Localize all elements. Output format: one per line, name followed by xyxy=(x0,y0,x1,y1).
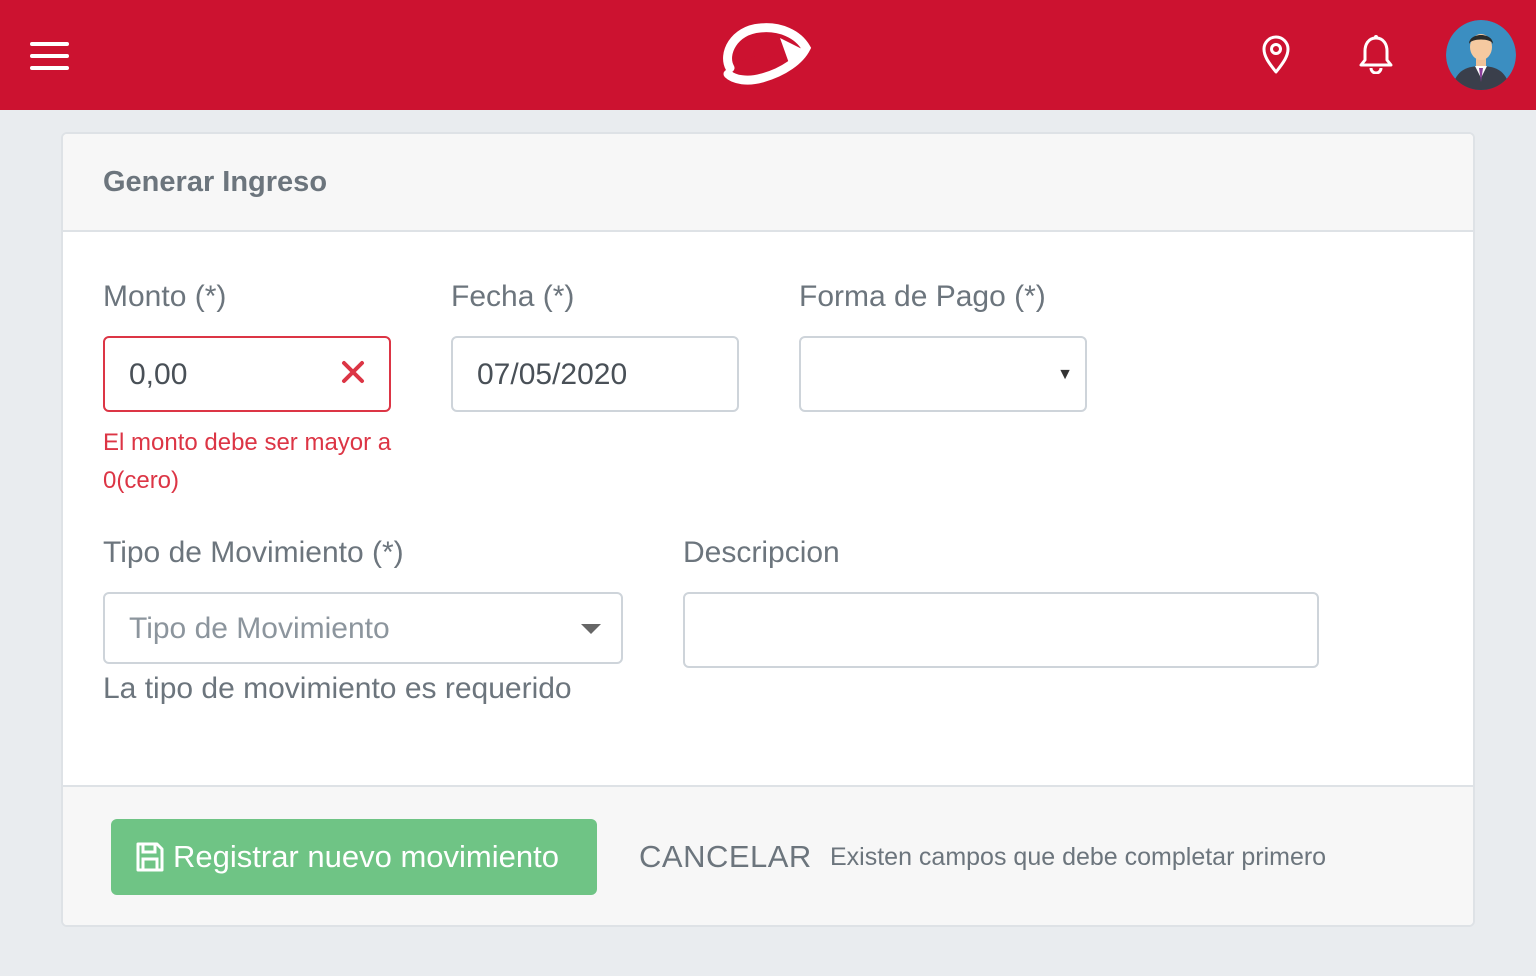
card-footer: Registrar nuevo movimiento CANCELAR Exis… xyxy=(63,785,1473,925)
forma-pago-select[interactable]: ▼ xyxy=(799,336,1087,412)
close-x-icon xyxy=(342,361,364,383)
footer-note: Existen campos que debe completar primer… xyxy=(830,843,1327,871)
monto-input[interactable]: 0,00 xyxy=(103,336,391,412)
descripcion-input[interactable] xyxy=(683,592,1319,668)
brand-logo[interactable] xyxy=(720,20,812,86)
save-button-label: Registrar nuevo movimiento xyxy=(173,839,559,874)
descripcion-label: Descripcion xyxy=(683,536,840,569)
save-button[interactable]: Registrar nuevo movimiento xyxy=(111,819,597,895)
fecha-input[interactable]: 07/05/2020 xyxy=(451,336,739,412)
page-title: Generar Ingreso xyxy=(103,166,328,198)
tipo-movimiento-help: La tipo de movimiento es requerido xyxy=(103,672,572,705)
forma-pago-label: Forma de Pago (*) xyxy=(799,280,1046,313)
bell-icon[interactable] xyxy=(1356,34,1396,74)
fecha-value: 07/05/2020 xyxy=(477,358,628,391)
tipo-movimiento-select[interactable]: Tipo de Movimiento xyxy=(103,592,623,664)
monto-value: 0,00 xyxy=(129,358,188,391)
card-header: Generar Ingreso xyxy=(63,134,1473,232)
fecha-label: Fecha (*) xyxy=(451,280,575,313)
user-avatar[interactable] xyxy=(1446,20,1516,90)
cancel-button[interactable]: CANCELAR xyxy=(639,839,812,875)
generar-ingreso-card: Generar Ingreso Monto (*) 0,00 El monto … xyxy=(61,132,1475,927)
monto-label: Monto (*) xyxy=(103,280,227,313)
tipo-movimiento-label: Tipo de Movimiento (*) xyxy=(103,536,404,569)
top-navbar xyxy=(0,0,1536,110)
floppy-disk-icon xyxy=(136,842,164,872)
monto-error: El monto debe ser mayor a 0(cero) xyxy=(103,429,392,494)
map-pin-icon[interactable] xyxy=(1258,34,1294,74)
chevron-down-icon: ▼ xyxy=(1057,366,1073,383)
tipo-movimiento-placeholder: Tipo de Movimiento xyxy=(129,612,390,645)
hamburger-menu-icon[interactable] xyxy=(30,40,70,72)
chevron-down-icon xyxy=(581,624,601,634)
